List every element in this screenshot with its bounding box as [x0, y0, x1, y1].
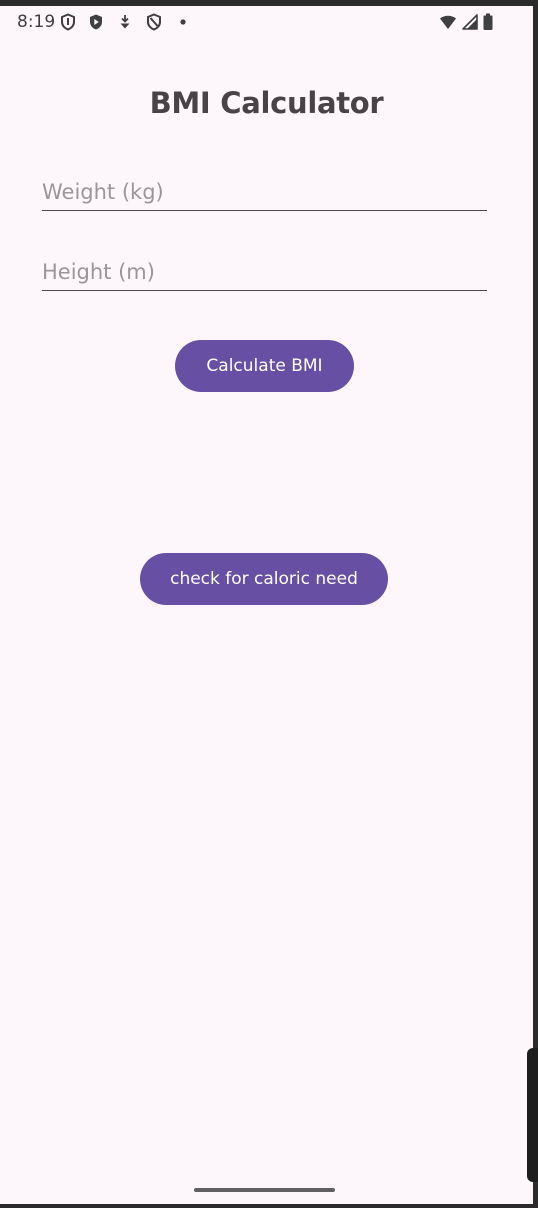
cellular-signal-icon — [462, 14, 478, 30]
download-icon — [120, 15, 130, 29]
shield-outline-icon — [147, 13, 161, 31]
weight-input[interactable] — [42, 174, 487, 211]
status-time: 8:19 — [17, 12, 56, 32]
check-caloric-need-button[interactable]: check for caloric need — [140, 553, 388, 605]
app-screen: 8:19 BMI Calculator Weight (kg) Height (… — [0, 6, 533, 1204]
shield-icon — [61, 13, 75, 31]
calculate-bmi-button[interactable]: Calculate BMI — [175, 340, 354, 392]
battery-icon — [483, 13, 493, 30]
notification-dot-icon — [180, 19, 186, 25]
play-protect-icon — [90, 14, 102, 30]
page-title: BMI Calculator — [149, 86, 384, 120]
wifi-icon — [440, 15, 456, 29]
edge-panel-handle[interactable] — [527, 1048, 538, 1182]
height-input[interactable] — [42, 254, 487, 291]
gesture-nav-handle[interactable] — [194, 1188, 335, 1192]
status-bar: 8:19 — [0, 6, 533, 40]
